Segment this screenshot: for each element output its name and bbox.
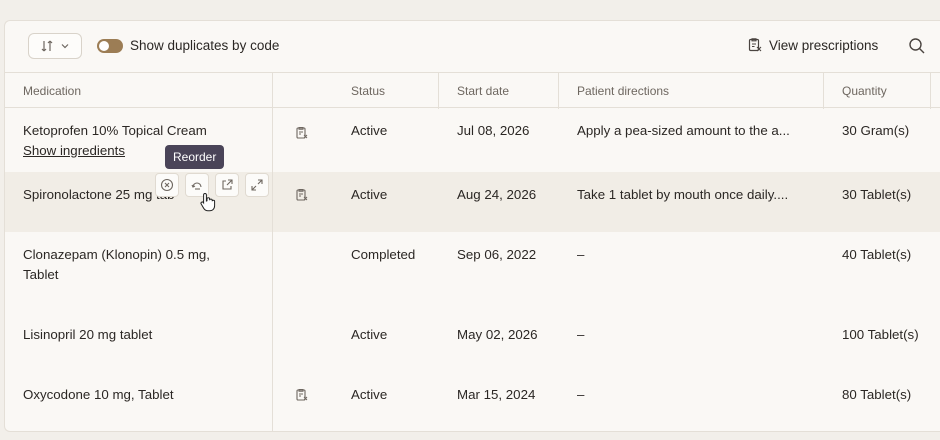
- column-header-quantity[interactable]: Quantity: [842, 84, 887, 98]
- hand-cursor-icon: [200, 192, 216, 212]
- column-header-medication[interactable]: Medication: [23, 84, 81, 98]
- show-duplicates-toggle[interactable]: [97, 39, 123, 53]
- column-divider: [438, 73, 439, 109]
- table-row[interactable]: Clonazepam (Klonopin) 0.5 mg, Tablet Com…: [5, 232, 940, 312]
- share-button[interactable]: [215, 173, 239, 197]
- show-duplicates-label: Show duplicates by code: [130, 38, 280, 53]
- sort-button[interactable]: [28, 33, 82, 59]
- chevron-down-icon: [61, 44, 69, 49]
- quantity-text: 30 Tablet(s): [842, 187, 912, 202]
- start-date-text: Aug 24, 2026: [457, 187, 537, 202]
- column-divider: [558, 73, 559, 109]
- status-text: Active: [351, 327, 388, 342]
- prescription-icon: [296, 127, 308, 139]
- table-row[interactable]: Ketoprofen 10% Topical Cream Show ingred…: [5, 108, 940, 172]
- quantity-text: 40 Tablet(s): [842, 247, 912, 262]
- directions-text: –: [577, 387, 585, 402]
- medication-name: Spironolactone 25 mg tab: [23, 187, 175, 202]
- medication-name: Ketoprofen 10% Topical Cream: [23, 123, 207, 138]
- frozen-column-divider: [272, 72, 273, 431]
- column-header-status[interactable]: Status: [351, 84, 385, 98]
- toolbar: Show duplicates by code View prescriptio…: [5, 21, 940, 72]
- start-date-text: Mar 15, 2024: [457, 387, 536, 402]
- share-icon: [222, 179, 233, 190]
- sort-icon: [41, 40, 53, 52]
- start-date-text: Sep 06, 2022: [457, 247, 537, 262]
- medication-name: Lisinopril 20 mg tablet: [23, 327, 153, 342]
- quantity-text: 80 Tablet(s): [842, 387, 912, 402]
- table-row[interactable]: Oxycodone 10 mg, Tablet Active Mar 15, 2…: [5, 372, 940, 431]
- quantity-text: 100 Tablet(s): [842, 327, 919, 342]
- status-text: Completed: [351, 247, 416, 262]
- table-row[interactable]: Lisinopril 20 mg tablet Active May 02, 2…: [5, 312, 940, 372]
- medications-table: Medication Status Start date Patient dir…: [5, 72, 940, 431]
- reorder-tooltip: Reorder: [165, 145, 225, 169]
- column-divider: [823, 73, 824, 109]
- start-date-text: Jul 08, 2026: [457, 123, 530, 138]
- directions-text: –: [577, 247, 585, 262]
- prescription-icon: [748, 38, 762, 52]
- medications-card: Show duplicates by code View prescriptio…: [4, 20, 940, 432]
- expand-icon: [251, 179, 263, 191]
- view-prescriptions-button[interactable]: View prescriptions: [747, 37, 878, 53]
- status-text: Active: [351, 123, 388, 138]
- medication-name: Clonazepam (Klonopin) 0.5 mg,: [23, 247, 210, 262]
- show-ingredients-link[interactable]: Show ingredients: [23, 141, 125, 161]
- quantity-text: 30 Gram(s): [842, 123, 910, 138]
- directions-text: Apply a pea-sized amount to the a...: [577, 123, 790, 138]
- table-row[interactable]: Spironolactone 25 mg tab Active Aug 24, …: [5, 172, 940, 232]
- toggle-knob: [99, 41, 109, 51]
- prescription-icon: [296, 189, 308, 201]
- view-prescriptions-label: View prescriptions: [769, 37, 879, 53]
- start-date-text: May 02, 2026: [457, 327, 538, 342]
- column-header-patient-directions[interactable]: Patient directions: [577, 84, 669, 98]
- close-circle-icon: [160, 178, 174, 192]
- medication-name: Oxycodone 10 mg, Tablet: [23, 387, 174, 402]
- directions-text: Take 1 tablet by mouth once daily....: [577, 187, 789, 202]
- status-text: Active: [351, 387, 388, 402]
- column-divider: [930, 73, 931, 109]
- column-header-start-date[interactable]: Start date: [457, 84, 509, 98]
- prescription-icon: [296, 389, 308, 401]
- search-icon[interactable]: [908, 37, 926, 55]
- medication-name-continued: Tablet: [23, 267, 59, 282]
- expand-button[interactable]: [245, 173, 269, 197]
- directions-text: –: [577, 327, 585, 342]
- discontinue-button[interactable]: [155, 173, 179, 197]
- status-text: Active: [351, 187, 388, 202]
- table-header: Medication Status Start date Patient dir…: [5, 72, 940, 109]
- reorder-icon: [191, 182, 202, 190]
